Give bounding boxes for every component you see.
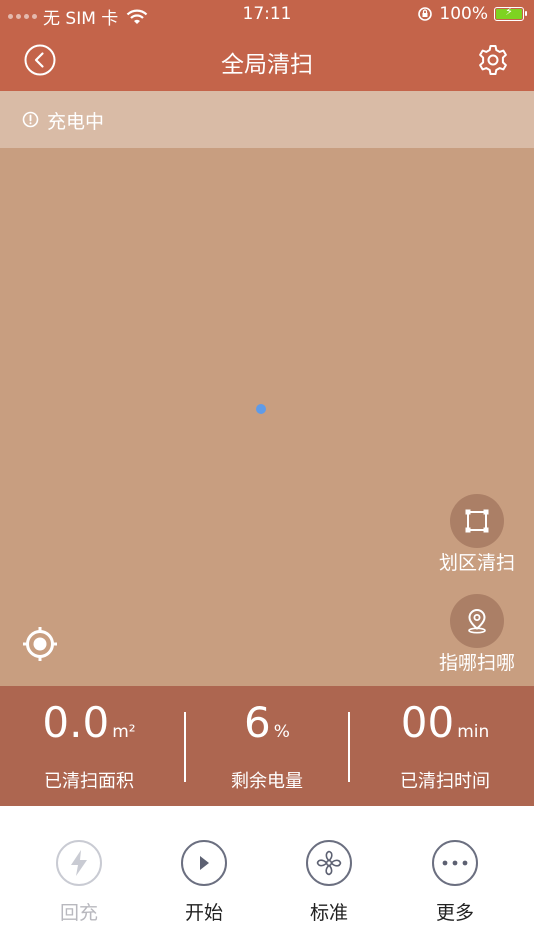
status-bar: 无 SIM 卡 17:11 100% ⚡: [0, 0, 534, 30]
location-pin-icon: [468, 608, 486, 634]
nav-bar: 全局清扫: [0, 30, 534, 91]
stat-time-value-row: 00 min: [356, 698, 534, 747]
robot-position-marker: [256, 404, 266, 414]
battery-percent: 100%: [439, 4, 488, 24]
more-label: 更多: [435, 902, 474, 924]
stat-time-value: 00: [400, 698, 455, 747]
zone-select-icon: [465, 509, 489, 533]
stat-battery-label: 剩余电量: [231, 771, 303, 792]
play-icon: [200, 856, 209, 870]
stats-panel: 0.0 m² 已清扫面积 6% 剩余电量 00 min 已清扫时间: [0, 686, 534, 806]
orientation-lock-icon: [418, 7, 433, 21]
suction-mode-label: 标准: [309, 902, 348, 924]
status-right: 100% ⚡: [417, 4, 527, 24]
more-button[interactable]: 更多: [405, 840, 505, 925]
lightning-bolt-icon: [71, 850, 87, 876]
stat-area-value-row: 0.0 m²: [0, 698, 178, 747]
stat-battery-unit: %: [273, 722, 290, 742]
page-title: 全局清扫: [221, 52, 313, 78]
suction-mode-button[interactable]: 标准: [279, 840, 379, 925]
banner-text: 充电中: [47, 111, 105, 133]
stat-area-unit: m²: [112, 722, 136, 742]
spot-clean-button[interactable]: [450, 594, 504, 648]
cleaning-map[interactable]: 划区清扫 指哪扫哪: [0, 148, 534, 686]
more-button-circle[interactable]: [432, 840, 478, 886]
suction-mode-button-circle[interactable]: [306, 840, 352, 886]
start-button-circle[interactable]: [181, 840, 227, 886]
fan-icon: [316, 850, 342, 876]
locate-robot-icon[interactable]: [22, 626, 58, 662]
zone-clean-button[interactable]: [450, 494, 504, 548]
start-label: 开始: [184, 902, 223, 924]
recharge-label: 回充: [59, 902, 98, 924]
battery-icon: ⚡: [494, 5, 527, 21]
action-bar: 回充 开始 标准 更多: [0, 806, 534, 950]
stat-area-value: 0.0: [42, 698, 110, 747]
zone-clean-label[interactable]: 划区清扫: [417, 548, 534, 575]
stats-divider: [348, 712, 350, 782]
stat-time-label: 已清扫时间: [400, 771, 490, 792]
status-banner: 充电中: [0, 91, 534, 148]
stat-area-label: 已清扫面积: [44, 771, 134, 792]
stat-battery-value: 6: [244, 698, 271, 747]
recharge-button-circle[interactable]: [56, 840, 102, 886]
recharge-button[interactable]: 回充: [29, 840, 129, 925]
stat-time-unit: min: [457, 722, 490, 742]
settings-gear-icon[interactable]: [476, 43, 510, 77]
start-button[interactable]: 开始: [154, 840, 254, 925]
charging-bolt-icon: ⚡: [505, 5, 513, 18]
more-dots-icon: [442, 860, 468, 866]
info-alert-icon: [22, 111, 39, 128]
stat-battery-value-row: 6%: [178, 698, 356, 747]
spot-clean-label[interactable]: 指哪扫哪: [417, 648, 534, 675]
